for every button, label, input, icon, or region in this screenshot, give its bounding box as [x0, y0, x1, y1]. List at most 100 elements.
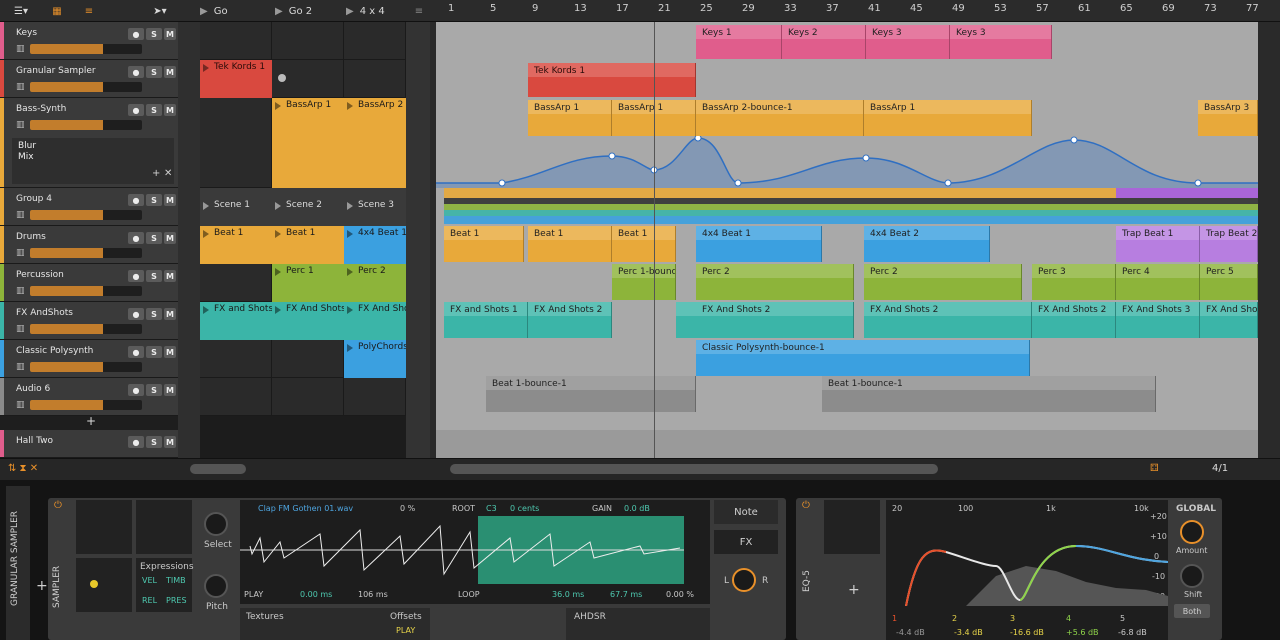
scene-column-4x4[interactable]: ▶ 4 x 4: [346, 2, 406, 20]
fx-tab[interactable]: FX: [714, 530, 778, 554]
track-name[interactable]: Hall Two: [16, 436, 53, 446]
arranger-clip-bassarp-1c[interactable]: BassArp 1: [864, 100, 1032, 136]
arranger-clip-perc-5[interactable]: Perc 5: [1200, 264, 1258, 300]
arranger-clip-keys-1[interactable]: Keys 1: [696, 25, 782, 59]
track-name[interactable]: Keys: [16, 28, 37, 38]
record-arm-button[interactable]: ●: [128, 194, 144, 206]
arranger-clip-polysynth-bounce[interactable]: Classic Polysynth-bounce-1: [696, 340, 1030, 376]
record-arm-button[interactable]: ●: [128, 436, 144, 448]
solo-button[interactable]: S: [146, 436, 162, 448]
record-arm-button[interactable]: ●: [128, 384, 144, 396]
track-name[interactable]: Classic Polysynth: [16, 346, 93, 356]
launcher-scrollbar[interactable]: [190, 464, 246, 474]
add-icon[interactable]: +: [152, 168, 160, 179]
solo-button[interactable]: S: [146, 270, 162, 282]
track-name[interactable]: Bass-Synth: [16, 104, 66, 114]
eq-power-icon[interactable]: ⏻: [802, 500, 810, 511]
arranger-clip-bassarp-1[interactable]: BassArp 1: [528, 100, 612, 136]
scene-3-button[interactable]: Scene 3: [344, 188, 406, 226]
volume-fader[interactable]: [30, 324, 142, 334]
pan-knob[interactable]: [732, 568, 756, 592]
both-dropdown[interactable]: Both: [1174, 604, 1210, 618]
arranger-clip-tek-kords[interactable]: Tek Kords 1: [528, 63, 696, 97]
arranger-clip-keys-3b[interactable]: Keys 3: [950, 25, 1052, 59]
volume-fader[interactable]: [30, 286, 142, 296]
timeline-ruler[interactable]: 1 5 9 13 17 21 25 29 33 37 41 45 49 53 57 61 65 69 73 77: [436, 0, 1259, 22]
solo-button[interactable]: S: [146, 66, 162, 78]
record-arm-button[interactable]: ●: [128, 270, 144, 282]
track-header[interactable]: Keys ● S M ▥: [0, 22, 178, 60]
launcher-slot[interactable]: [344, 378, 406, 416]
track-list-menu-icon[interactable]: ☰▾: [6, 2, 36, 20]
solo-button[interactable]: S: [146, 232, 162, 244]
bass-fx-subpanel[interactable]: Blur Mix + ✕: [12, 138, 174, 184]
arranger-clip-fx-4[interactable]: FX And Shots: [1200, 302, 1258, 338]
launcher-clip-bassarp-2[interactable]: BassArp 2: [344, 98, 406, 188]
mute-button[interactable]: M: [164, 28, 176, 40]
arranger-clip-beat-bounce-1[interactable]: Beat 1-bounce-1: [486, 376, 696, 412]
arranger-clip-beat-1[interactable]: Beat 1: [444, 226, 524, 262]
arranger-scrollbar[interactable]: [450, 464, 938, 474]
arranger-clip-perc-1-bounce[interactable]: Perc 1-bounce: [612, 264, 676, 300]
launcher-slot[interactable]: [272, 378, 344, 416]
track-name[interactable]: FX AndShots: [16, 308, 73, 318]
track-name[interactable]: Audio 6: [16, 384, 50, 394]
arranger-clip-perc-3[interactable]: Perc 3: [1032, 264, 1116, 300]
xy-pad[interactable]: [76, 558, 132, 612]
track-name[interactable]: Group 4: [16, 194, 52, 204]
solo-button[interactable]: S: [146, 104, 162, 116]
arranger-clip-beat-bounce-2[interactable]: Beat 1-bounce-1: [822, 376, 1156, 412]
track-header[interactable]: Granular Sampler ● S M ▥: [0, 60, 178, 98]
launcher-slot[interactable]: [344, 22, 406, 60]
add-device-icon[interactable]: +: [36, 578, 48, 594]
track-header[interactable]: Classic Polysynth ● S M ▥: [0, 340, 178, 378]
solo-button[interactable]: S: [146, 194, 162, 206]
launcher-clip-perc-1[interactable]: Perc 1: [272, 264, 344, 302]
mute-button[interactable]: M: [164, 232, 176, 244]
solo-button[interactable]: S: [146, 346, 162, 358]
mute-button[interactable]: M: [164, 270, 176, 282]
launcher-clip-bassarp-1[interactable]: BassArp 1: [272, 98, 344, 188]
launcher-clip-beat-1[interactable]: Beat 1: [200, 226, 272, 264]
launcher-slot[interactable]: [200, 98, 272, 188]
arranger-clip-keys-2[interactable]: Keys 2: [782, 25, 866, 59]
scene-column-go[interactable]: ▶ Go: [200, 2, 270, 20]
arranger-clip-fx-2d[interactable]: FX And Shots 2: [1032, 302, 1116, 338]
track-name[interactable]: Percussion: [16, 270, 64, 280]
record-arm-button[interactable]: ●: [128, 28, 144, 40]
arranger-clip-beat-1b[interactable]: Beat 1: [528, 226, 612, 262]
mute-button[interactable]: M: [164, 436, 176, 448]
pitch-knob[interactable]: [204, 574, 228, 598]
arranger-clip-bassarp-2-bounce[interactable]: BassArp 2-bounce-1: [696, 100, 864, 136]
volume-fader[interactable]: [30, 400, 142, 410]
launcher-clip-fx-2[interactable]: FX And Shots: [272, 302, 344, 340]
launcher-clip-beat-1b[interactable]: Beat 1: [272, 226, 344, 264]
arranger-clip-keys-3[interactable]: Keys 3: [866, 25, 950, 59]
volume-fader[interactable]: [30, 120, 142, 130]
track-header[interactable]: FX AndShots ● S M ▥: [0, 302, 178, 340]
grid-view-icon[interactable]: ▦: [48, 2, 66, 20]
hall-two-lane[interactable]: [436, 430, 1258, 458]
automation-curve[interactable]: [436, 136, 1258, 188]
record-arm-button[interactable]: ●: [128, 232, 144, 244]
arranger-clip-bassarp-3[interactable]: BassArp 3: [1198, 100, 1258, 136]
mute-button[interactable]: M: [164, 194, 176, 206]
launcher-clip-fx-3[interactable]: FX And Shots: [344, 302, 406, 340]
eq-add-icon[interactable]: +: [848, 582, 860, 598]
mute-button[interactable]: M: [164, 308, 176, 320]
sample-file-name[interactable]: Clap FM Gothen 01.wav: [258, 504, 353, 513]
solo-button[interactable]: S: [146, 28, 162, 40]
launcher-slot[interactable]: [344, 60, 406, 98]
volume-fader[interactable]: [30, 82, 142, 92]
close-icon[interactable]: ✕: [164, 168, 172, 179]
launcher-clip-polychords[interactable]: PolyChords: [344, 340, 406, 378]
launcher-slot[interactable]: [200, 22, 272, 60]
zoom-level[interactable]: 4/1: [1212, 463, 1228, 474]
mute-button[interactable]: M: [164, 346, 176, 358]
power-icon[interactable]: ⏻: [54, 500, 62, 511]
arranger-clip-trap-beat-2[interactable]: Trap Beat 2: [1200, 226, 1258, 262]
mute-button[interactable]: M: [164, 384, 176, 396]
expressions-panel[interactable]: Expressions VEL TIMB REL PRES: [136, 558, 194, 612]
launcher-slot[interactable]: [200, 340, 272, 378]
launcher-clip-tek-kords[interactable]: Tek Kords 1: [200, 60, 272, 98]
